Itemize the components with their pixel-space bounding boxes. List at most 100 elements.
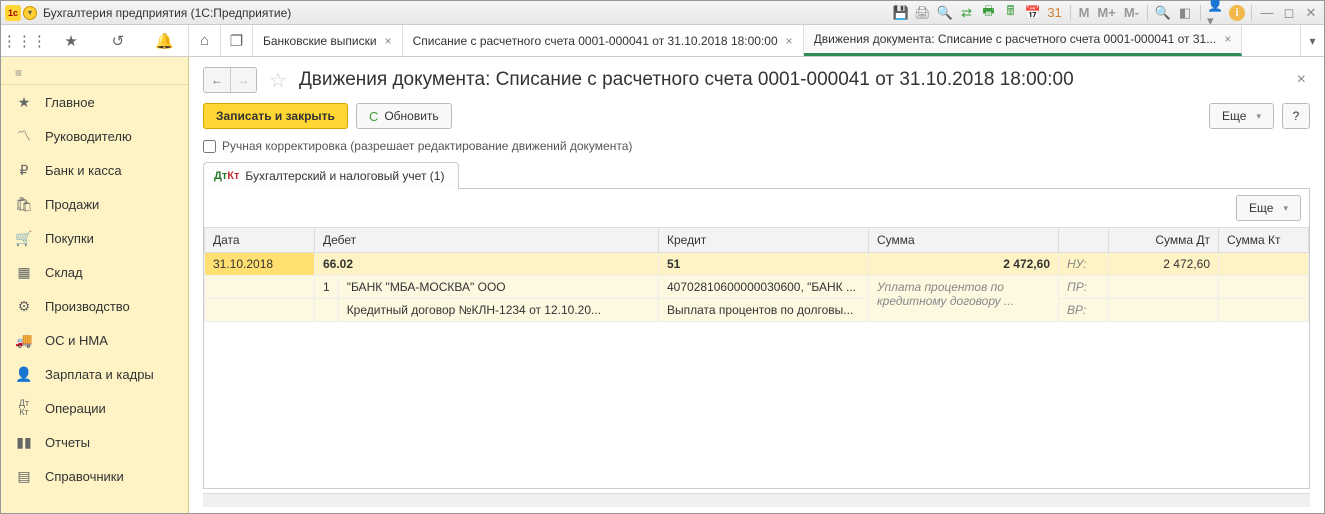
sidebar-item-operations[interactable]: ДтКт Операции bbox=[1, 391, 188, 425]
sidebar-item-label: Отчеты bbox=[45, 435, 90, 450]
zoom-icon[interactable]: 🔍 bbox=[1154, 4, 1172, 22]
button-label: Еще bbox=[1249, 201, 1273, 215]
apps-icon[interactable]: ⋮⋮⋮ bbox=[1, 25, 48, 56]
forward-button[interactable]: → bbox=[230, 68, 256, 92]
tab-movements[interactable]: Движения документа: Списание с расчетног… bbox=[804, 25, 1243, 56]
cell-empty bbox=[315, 299, 339, 322]
cell-n: 1 bbox=[315, 276, 339, 299]
history-icon[interactable]: ↺ bbox=[95, 25, 142, 56]
notifications-icon[interactable]: 🔔 bbox=[141, 25, 188, 56]
sidebar-item-reports[interactable]: ▮▮ Отчеты bbox=[1, 425, 188, 459]
sidebar-item-label: Склад bbox=[45, 265, 83, 280]
m-plus-button[interactable]: M+ bbox=[1095, 5, 1117, 20]
app-logo-icon: 1c bbox=[5, 5, 21, 21]
bars-icon: ▮▮ bbox=[15, 434, 33, 451]
grid-panel: Еще Дата Дебет Кредит Сумма Сумма Дт bbox=[203, 189, 1310, 489]
col-debit[interactable]: Дебет bbox=[315, 228, 659, 253]
col-date[interactable]: Дата bbox=[205, 228, 315, 253]
factory-icon: ⚙ bbox=[15, 298, 33, 315]
favorite-toggle-icon[interactable]: ☆ bbox=[269, 68, 287, 93]
col-sum-kt[interactable]: Сумма Кт bbox=[1219, 228, 1309, 253]
nav-buttons: ← → bbox=[203, 67, 257, 93]
table-row[interactable]: 31.10.2018 66.02 51 2 472,60 НУ: 2 472,6… bbox=[205, 253, 1309, 276]
col-tag[interactable] bbox=[1059, 228, 1109, 253]
sidebar-item-salary[interactable]: 👤Зарплата и кадры bbox=[1, 357, 188, 391]
windows-icon[interactable]: ❐ bbox=[221, 25, 253, 56]
close-page-icon[interactable]: × bbox=[1293, 71, 1310, 89]
date-icon[interactable]: 31 bbox=[1046, 4, 1064, 22]
tab-writeoff[interactable]: Списание с расчетного счета 0001-000041 … bbox=[403, 25, 804, 56]
sidebar-item-production[interactable]: ⚙Производство bbox=[1, 289, 188, 323]
cell-vr: ВР: bbox=[1059, 299, 1109, 322]
calendar-icon[interactable]: 📅 bbox=[1024, 4, 1042, 22]
close-icon[interactable]: × bbox=[786, 34, 793, 48]
dtkt-icon: ДтКт bbox=[15, 399, 33, 417]
home-icon[interactable]: ⌂ bbox=[189, 25, 221, 56]
manual-edit-checkbox[interactable] bbox=[203, 140, 216, 153]
print2-icon[interactable]: 🖶 bbox=[980, 4, 998, 22]
info-icon[interactable]: i bbox=[1229, 5, 1245, 21]
col-sum[interactable]: Сумма bbox=[869, 228, 1059, 253]
dtkt-small-icon: ДтКт bbox=[214, 170, 239, 182]
cell-nu: НУ: bbox=[1059, 253, 1109, 276]
help-button[interactable]: ? bbox=[1282, 103, 1310, 129]
save-close-button[interactable]: Записать и закрыть bbox=[203, 103, 348, 129]
cell-sum-kt bbox=[1219, 299, 1309, 322]
preview-icon[interactable]: 🔍 bbox=[936, 4, 954, 22]
horizontal-scrollbar[interactable] bbox=[203, 493, 1310, 507]
favorite-icon[interactable]: ★ bbox=[48, 25, 95, 56]
main-content: ← → ☆ Движения документа: Списание с рас… bbox=[189, 57, 1324, 513]
cell-credit: Выплата процентов по долговы... bbox=[659, 299, 869, 322]
cell-credit: 40702810600000030600, "БАНК ... bbox=[659, 276, 869, 299]
m-button[interactable]: M bbox=[1077, 5, 1092, 20]
books-icon: ▤ bbox=[15, 468, 33, 485]
truck-icon: 🚚 bbox=[15, 332, 33, 349]
col-sum-dt[interactable]: Сумма Дт bbox=[1109, 228, 1219, 253]
cell-pr: ПР: bbox=[1059, 276, 1109, 299]
checkbox-label: Ручная корректировка (разрешает редактир… bbox=[222, 139, 632, 153]
quick-toolbar: ⋮⋮⋮ ★ ↺ 🔔 bbox=[1, 25, 189, 56]
calc-icon[interactable]: 🖩 bbox=[1002, 4, 1020, 22]
col-credit[interactable]: Кредит bbox=[659, 228, 869, 253]
table-row[interactable]: 1 "БАНК "МБА-МОСКВА" ООО 407028106000000… bbox=[205, 276, 1309, 299]
data-grid[interactable]: Дата Дебет Кредит Сумма Сумма Дт Сумма К… bbox=[204, 227, 1309, 488]
print-icon[interactable]: 🖨 bbox=[914, 4, 932, 22]
close-icon[interactable]: × bbox=[385, 34, 392, 48]
sidebar-item-manager[interactable]: 〽Руководителю bbox=[1, 119, 188, 153]
close-window-icon[interactable]: ✕ bbox=[1302, 4, 1320, 22]
minimize-icon[interactable]: — bbox=[1258, 4, 1276, 22]
subtab-accounting[interactable]: ДтКт Бухгалтерский и налоговый учет (1) bbox=[203, 162, 459, 189]
user-icon[interactable]: 👤▾ bbox=[1207, 4, 1225, 22]
panel-icon[interactable]: ◧ bbox=[1176, 4, 1194, 22]
tabs-dropdown-icon[interactable]: ▾ bbox=[1300, 25, 1324, 56]
document-tabs: Банковские выписки × Списание с расчетно… bbox=[253, 25, 1300, 56]
cell-sum-kt bbox=[1219, 253, 1309, 276]
grid-more-button[interactable]: Еще bbox=[1236, 195, 1301, 221]
sidebar-item-bank[interactable]: ₽Банк и касса bbox=[1, 153, 188, 187]
app-title: Бухгалтерия предприятия (1С:Предприятие) bbox=[43, 6, 291, 20]
sidebar-item-assets[interactable]: 🚚ОС и НМА bbox=[1, 323, 188, 357]
sidebar-item-sales[interactable]: 🛍Продажи bbox=[1, 187, 188, 221]
save-icon[interactable]: 💾 bbox=[892, 4, 910, 22]
sidebar-item-label: Операции bbox=[45, 401, 106, 416]
more-button[interactable]: Еще bbox=[1209, 103, 1274, 129]
maximize-icon[interactable]: ◻ bbox=[1280, 4, 1298, 22]
compare-icon[interactable]: ⇄ bbox=[958, 4, 976, 22]
cell-sum-dt: 2 472,60 bbox=[1109, 253, 1219, 276]
app-window: 1c ▾ Бухгалтерия предприятия (1С:Предпри… bbox=[0, 0, 1325, 514]
cell-sum-dt bbox=[1109, 276, 1219, 299]
refresh-button[interactable]: СОбновить bbox=[356, 103, 452, 129]
table-row[interactable]: Кредитный договор №КЛН-1234 от 12.10.20.… bbox=[205, 299, 1309, 322]
sidebar-toggle-icon[interactable]: ≡ bbox=[1, 61, 188, 85]
sidebar-item-main[interactable]: ★Главное bbox=[1, 85, 188, 119]
sidebar-item-purchases[interactable]: 🛒Покупки bbox=[1, 221, 188, 255]
close-icon[interactable]: × bbox=[1224, 32, 1231, 46]
sidebar-item-references[interactable]: ▤Справочники bbox=[1, 459, 188, 493]
title-dropdown-icon[interactable]: ▾ bbox=[23, 6, 37, 20]
subtabs: ДтКт Бухгалтерский и налоговый учет (1) bbox=[203, 161, 1310, 189]
back-button[interactable]: ← bbox=[204, 68, 230, 92]
cell-sum-kt bbox=[1219, 276, 1309, 299]
tab-bank-statements[interactable]: Банковские выписки × bbox=[253, 25, 403, 56]
sidebar-item-warehouse[interactable]: ▦Склад bbox=[1, 255, 188, 289]
m-minus-button[interactable]: M- bbox=[1122, 5, 1141, 20]
